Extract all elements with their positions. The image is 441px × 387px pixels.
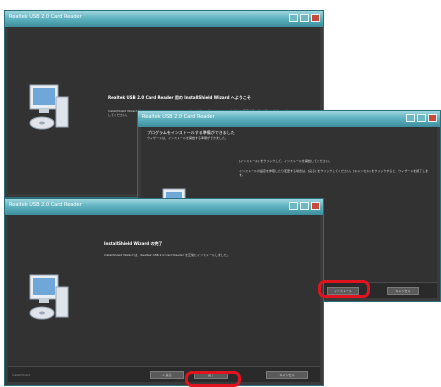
finish-footer-label: InstallShield [12,373,31,377]
computer-icon [29,84,69,130]
ready-window-controls [406,114,437,122]
welcome-titlebar[interactable]: Realtek USB 2.0 Card Reader [5,11,323,27]
finish-body-text: InstallShield Wizard は、Realtek USB 2.0 C… [104,253,230,257]
minimize-icon[interactable] [406,114,415,122]
close-icon[interactable] [428,114,437,122]
welcome-heading: Realtek USB 2.0 Card Reader 用の InstallSh… [108,95,251,100]
finish-window-title: Realtek USB 2.0 Card Reader [9,202,82,208]
ready-line-2: インストールの設定を参照したり変更する場合は、[戻る] をクリックしてください。… [239,169,429,177]
ready-window-title: Realtek USB 2.0 Card Reader [142,114,215,120]
finish-body: InstallShield Wizard の完了 InstallShield W… [8,215,320,382]
welcome-window-title: Realtek USB 2.0 Card Reader [9,14,82,20]
back-button[interactable]: < 戻る [150,371,184,379]
finish-window-controls [289,202,320,210]
computer-icon [29,274,69,320]
minimize-icon[interactable] [289,14,298,22]
close-icon[interactable] [311,14,320,22]
maximize-icon[interactable] [300,202,309,210]
ready-titlebar[interactable]: Realtek USB 2.0 Card Reader [138,111,440,127]
cancel-button[interactable]: キャンセル [266,371,308,379]
welcome-window-controls [289,14,320,22]
install-button-highlight [318,280,370,298]
maximize-icon[interactable] [300,14,309,22]
finish-window: Realtek USB 2.0 Card Reader InstallShiel… [4,198,324,386]
close-icon[interactable] [311,202,320,210]
minimize-icon[interactable] [289,202,298,210]
finish-heading: InstallShield Wizard の完了 [104,241,163,246]
cancel-button[interactable]: キャンセル [387,287,419,295]
ready-line-1: [インストール] をクリックして、インストールを開始してください。 [239,159,332,163]
maximize-icon[interactable] [417,114,426,122]
ready-header-subtitle: ウィザードは、インストールを開始する準備ができました。 [147,136,228,140]
finish-footer: InstallShield < 戻る 完了 キャンセル [8,366,320,382]
finish-button-highlight [185,371,241,387]
finish-titlebar[interactable]: Realtek USB 2.0 Card Reader [5,199,323,215]
